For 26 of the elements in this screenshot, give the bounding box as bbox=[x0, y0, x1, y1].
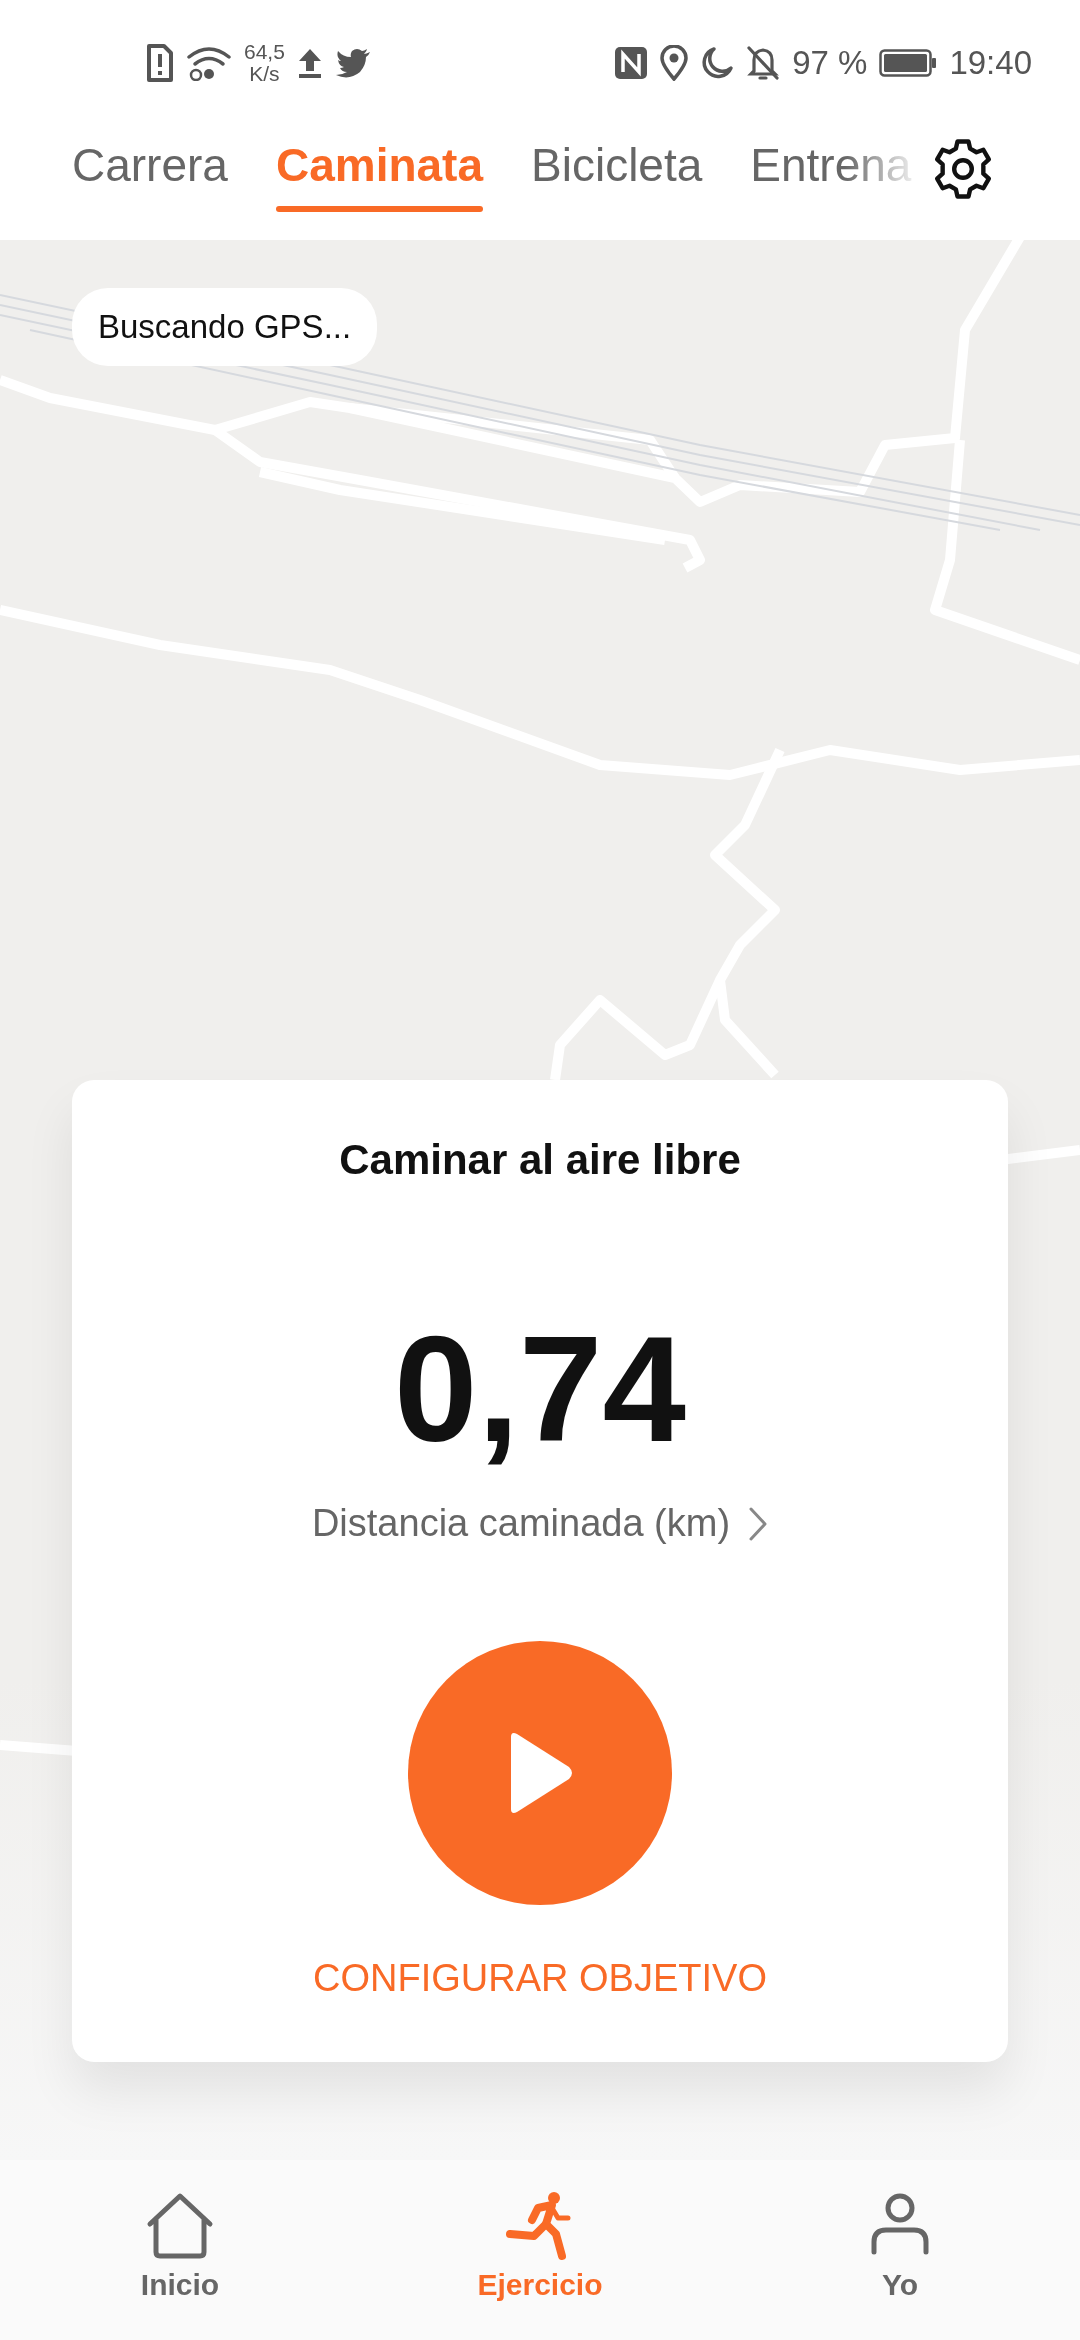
distance-metric-link[interactable]: Distancia caminada (km) bbox=[311, 1502, 769, 1545]
chevron-right-icon bbox=[748, 1505, 769, 1542]
battery-percentage: 97 % bbox=[792, 44, 868, 82]
nav-tab[interactable]: Inicio bbox=[0, 2160, 360, 2340]
nfc-icon bbox=[614, 46, 649, 80]
network-speed: 64,5 bbox=[244, 41, 285, 63]
sim-alert-icon bbox=[146, 43, 174, 83]
muted-bell-icon bbox=[746, 45, 781, 81]
sport-tab[interactable]: Bicicleta bbox=[531, 126, 703, 212]
sport-tab[interactable]: Entrena bbox=[750, 126, 923, 212]
location-icon bbox=[660, 45, 689, 81]
sport-tab[interactable]: Caminata bbox=[275, 126, 483, 212]
workout-title: Caminar al aire libre bbox=[339, 1136, 741, 1184]
moon-icon bbox=[700, 46, 735, 80]
wifi-icon bbox=[186, 45, 232, 81]
distance-value: 0,74 bbox=[394, 1314, 686, 1464]
set-goal-button[interactable]: CONFIGURAR OBJETIVO bbox=[313, 1957, 767, 2000]
clock-time: 19:40 bbox=[949, 44, 1032, 82]
battery-icon bbox=[879, 49, 938, 77]
bird-icon bbox=[334, 48, 371, 78]
network-speed-unit: K/s bbox=[249, 63, 280, 85]
gps-status-badge: Buscando GPS... bbox=[72, 288, 378, 366]
nav-tab[interactable]: Ejercicio bbox=[360, 2160, 720, 2340]
upload-icon bbox=[296, 47, 323, 79]
sport-tab[interactable]: Carrera bbox=[72, 126, 228, 212]
nav-tab[interactable]: Yo bbox=[720, 2160, 1080, 2340]
